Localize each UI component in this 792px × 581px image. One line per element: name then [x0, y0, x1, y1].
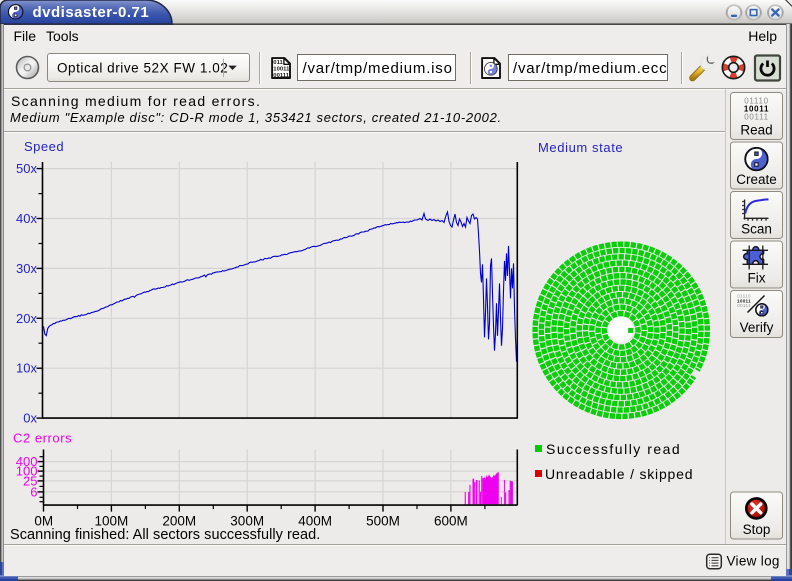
svg-text:Optical drive 52X FW 1.02: Optical drive 52X FW 1.02 [57, 61, 228, 76]
svg-text:Read: Read [740, 123, 772, 138]
svg-text:/var/tmp/medium.ecc: /var/tmp/medium.ecc [513, 60, 667, 77]
svg-text:View log: View log [727, 554, 780, 569]
svg-text:00111: 00111 [744, 113, 769, 122]
svg-text:dvdisaster-0.71: dvdisaster-0.71 [33, 4, 150, 21]
svg-text:Verify: Verify [740, 320, 774, 335]
svg-text:Speed: Speed [24, 139, 64, 154]
svg-text:00111: 00111 [273, 73, 289, 79]
svg-text:6: 6 [30, 484, 37, 499]
svg-text:/var/tmp/medium.iso: /var/tmp/medium.iso [303, 60, 453, 77]
svg-text:40x: 40x [16, 211, 37, 226]
svg-text:10011: 10011 [273, 67, 290, 73]
svg-text:30x: 30x [16, 261, 37, 276]
svg-text:500M: 500M [366, 513, 400, 528]
svg-text:10x: 10x [16, 361, 37, 376]
svg-text:C2 errors: C2 errors [13, 431, 72, 446]
svg-text:Create: Create [736, 172, 777, 187]
svg-text:011: 011 [273, 60, 283, 66]
svg-text:50x: 50x [16, 161, 37, 176]
svg-text:Scan: Scan [741, 222, 772, 237]
svg-text:Stop: Stop [743, 522, 771, 537]
svg-text:Fix: Fix [748, 271, 766, 286]
svg-text:600M: 600M [434, 513, 468, 528]
svg-text:Medium state: Medium state [538, 140, 623, 155]
svg-text:0x: 0x [23, 411, 37, 426]
svg-text:20x: 20x [16, 311, 37, 326]
svg-text:00111: 00111 [737, 303, 751, 308]
